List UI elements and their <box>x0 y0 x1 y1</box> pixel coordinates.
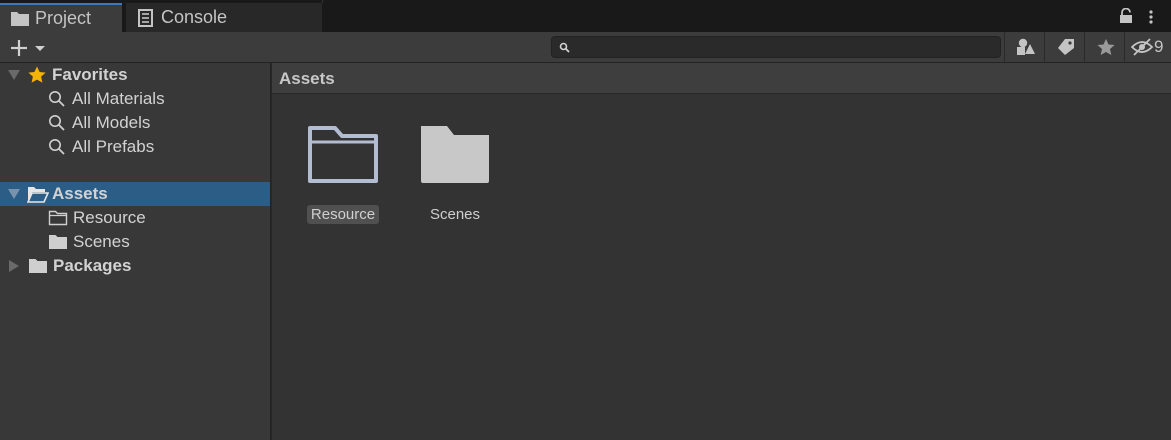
tree-item-all-materials[interactable]: All Materials <box>0 87 270 111</box>
hidden-packages-count: 9 <box>1154 37 1164 56</box>
tag-icon <box>1058 39 1074 55</box>
tab-project[interactable]: Project <box>0 3 122 32</box>
search-icon <box>559 42 570 53</box>
asset-label: Scenes <box>429 206 481 223</box>
tab-strip: Project Console <box>0 0 1171 32</box>
folder-outline-icon <box>48 210 68 226</box>
tree-label: All Models <box>72 113 151 132</box>
save-search-button[interactable] <box>1084 32 1124 62</box>
shapes-icon <box>1017 38 1035 55</box>
search-icon <box>49 139 65 155</box>
star-icon <box>28 66 46 83</box>
search-icon <box>49 91 65 107</box>
tree-item-all-models[interactable]: All Models <box>0 111 270 135</box>
tree-item-packages[interactable]: Packages <box>0 254 270 278</box>
create-button[interactable] <box>8 37 50 59</box>
tree-item-scenes[interactable]: Scenes <box>0 230 270 254</box>
asset-label: Resource <box>306 205 380 224</box>
tree-label: All Prefabs <box>72 137 155 156</box>
chevron-down-icon <box>35 46 45 51</box>
tree-item-favorites[interactable]: Favorites <box>0 63 270 87</box>
console-icon <box>138 8 153 27</box>
search-by-label-button[interactable] <box>1044 32 1084 62</box>
tree-label: Assets <box>52 184 108 203</box>
more-options-icon[interactable] <box>1143 9 1159 25</box>
triangle-down-icon[interactable] <box>8 69 20 81</box>
toolbar: 9 <box>0 32 1171 63</box>
folder-outline-icon <box>308 126 378 183</box>
breadcrumb-assets[interactable]: Assets <box>279 69 335 89</box>
folder-icon <box>49 235 67 249</box>
hidden-packages-toggle[interactable] <box>1124 32 1171 62</box>
folder-open-icon <box>27 187 49 203</box>
tab-project-label: Project <box>35 8 92 28</box>
tree-item-assets[interactable]: Assets <box>0 182 270 206</box>
tab-console[interactable]: Console <box>126 3 256 32</box>
triangle-down-icon[interactable] <box>8 188 20 200</box>
folder-icon <box>29 259 47 273</box>
search-icon <box>49 115 65 131</box>
tree-item-all-prefabs[interactable]: All Prefabs <box>0 135 270 159</box>
search-input[interactable] <box>574 38 998 58</box>
plus-icon <box>11 40 27 56</box>
asset-browser-panel: Assets Resource Scenes <box>272 63 1171 440</box>
asset-item-scenes[interactable]: Scenes <box>410 123 500 233</box>
tree-label: All Materials <box>72 89 165 108</box>
lock-icon[interactable] <box>1119 8 1133 24</box>
tree-label: Scenes <box>73 232 130 251</box>
search-by-type-button[interactable] <box>1004 32 1044 62</box>
folder-icon <box>421 126 489 183</box>
tree-item-resource[interactable]: Resource <box>0 206 270 230</box>
folder-icon <box>11 11 29 26</box>
tree-label: Packages <box>53 256 132 275</box>
tab-console-label: Console <box>161 7 228 27</box>
folder-tree-panel: Favorites All Materials All Models All P… <box>0 63 271 440</box>
star-icon <box>1097 39 1115 55</box>
search-field[interactable] <box>551 36 1001 58</box>
project-window: Project Console 9 Favorites All Material… <box>0 0 1171 440</box>
tree-label: Resource <box>73 208 146 227</box>
breadcrumb: Assets <box>272 63 1171 94</box>
asset-item-resource[interactable]: Resource <box>298 123 388 233</box>
triangle-right-icon[interactable] <box>8 260 20 272</box>
tree-label: Favorites <box>52 65 128 84</box>
eye-slash-icon <box>1131 38 1154 56</box>
